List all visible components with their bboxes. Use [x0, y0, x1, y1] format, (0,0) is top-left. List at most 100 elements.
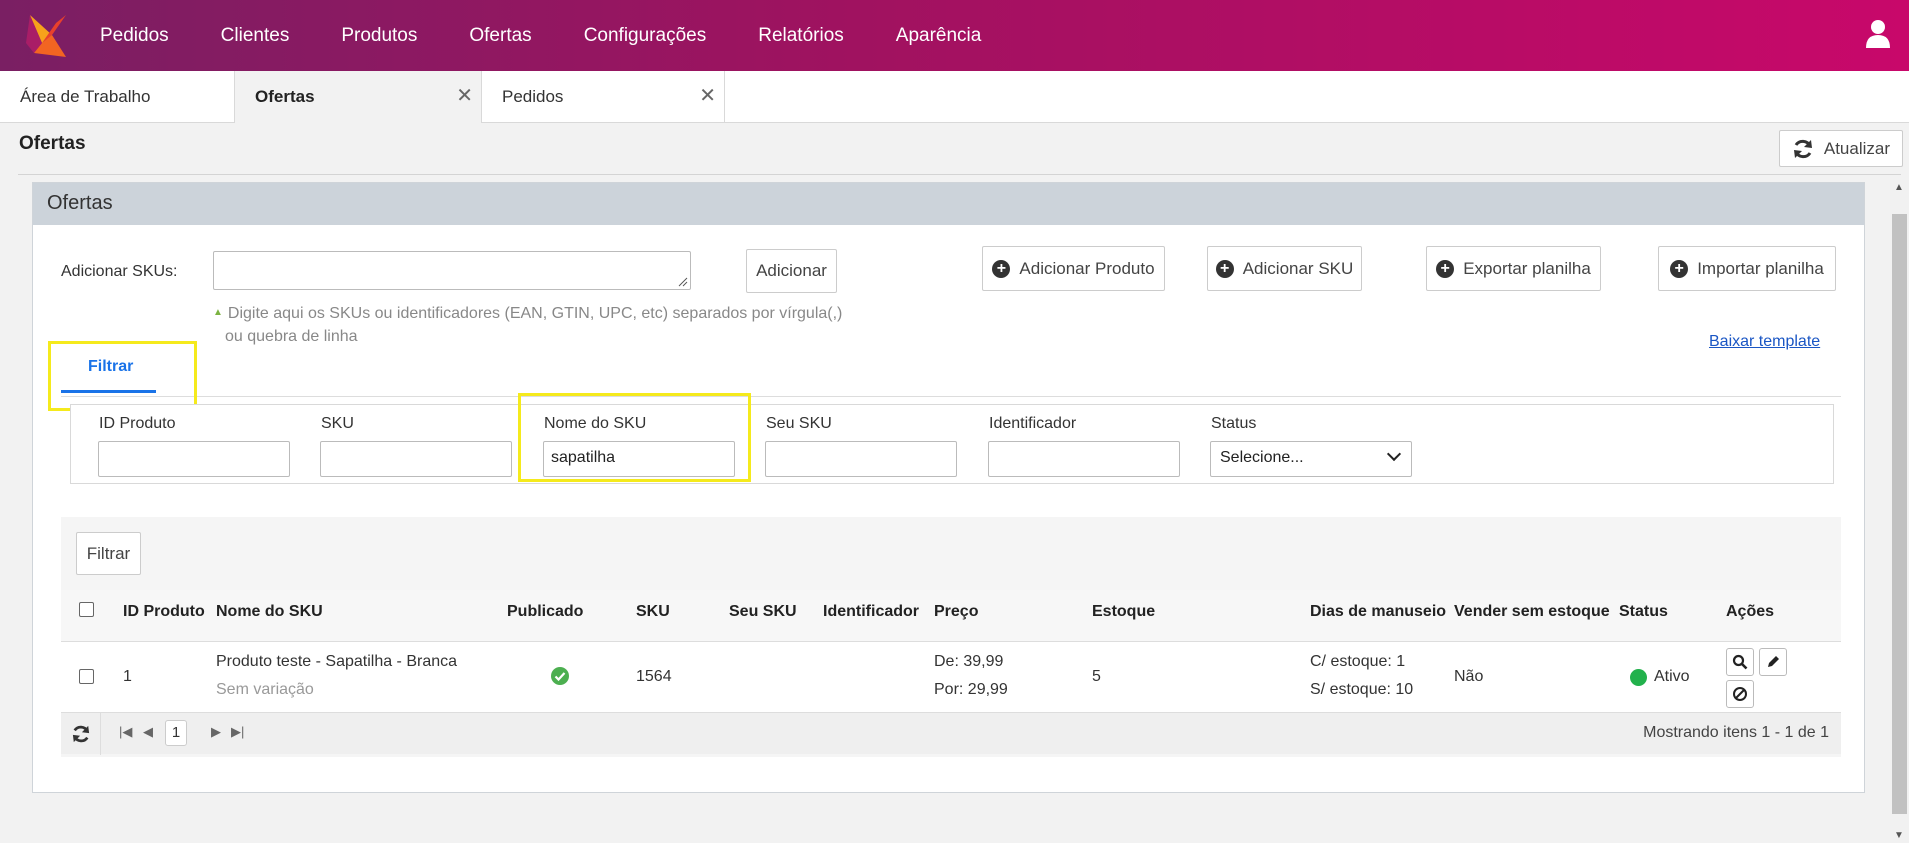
first-page-icon[interactable]: |◀ — [119, 724, 132, 740]
close-icon[interactable]: ✕ — [456, 83, 473, 108]
label-sku: SKU — [321, 415, 354, 432]
refresh-button[interactable]: Atualizar — [1778, 130, 1903, 167]
nav-ofertas[interactable]: Ofertas — [469, 25, 531, 47]
col-seu-sku[interactable]: Seu SKU — [729, 603, 797, 621]
last-page-icon[interactable]: ▶| — [231, 724, 244, 740]
nav-relatorios[interactable]: Relatórios — [758, 25, 844, 47]
cell-variation: Sem variação — [216, 681, 314, 698]
tab-pedidos[interactable]: Pedidos ✕ — [482, 71, 725, 123]
col-sku[interactable]: SKU — [636, 603, 670, 621]
page-title: Ofertas — [19, 133, 86, 154]
pencil-icon — [1768, 656, 1779, 667]
offers-panel: Ofertas Adicionar SKUs: Adicionar + Adic… — [32, 182, 1865, 793]
select-status[interactable]: Selecione... — [1210, 441, 1412, 477]
col-preco[interactable]: Preço — [934, 603, 978, 621]
import-sheet-label: Importar planilha — [1697, 258, 1824, 278]
refresh-label: Atualizar — [1823, 138, 1890, 158]
page-number[interactable]: 1 — [165, 720, 187, 746]
prev-page-icon[interactable]: ◀ — [143, 724, 153, 740]
edit-button[interactable] — [1759, 648, 1787, 676]
cell-price-por: Por: 29,99 — [934, 681, 1008, 698]
resize-handle-icon[interactable] — [678, 277, 688, 287]
add-sku-button[interactable]: + Adicionar SKU — [1207, 246, 1362, 291]
refresh-icon — [1793, 139, 1812, 158]
col-estoque[interactable]: Estoque — [1092, 603, 1155, 621]
offers-grid: Filtrar ID Produto Nome do SKU Publicado… — [61, 517, 1841, 757]
col-acoes: Ações — [1726, 603, 1775, 620]
add-skus-label: Adicionar SKUs: — [61, 263, 178, 280]
scroll-down-icon[interactable]: ▼ — [1894, 830, 1904, 841]
disable-button[interactable] — [1726, 680, 1754, 708]
col-dias-de-manuseio[interactable]: Dias de manuseio — [1310, 603, 1446, 621]
nav-produtos[interactable]: Produtos — [341, 25, 417, 47]
col-publicado[interactable]: Publicado — [507, 603, 583, 621]
nav-aparencia[interactable]: Aparência — [896, 25, 982, 47]
cell-dias-sem-estoque: S/ estoque: 10 — [1310, 681, 1414, 698]
tab-label: Área de Trabalho — [20, 87, 151, 106]
col-nome-do-sku[interactable]: Nome do SKU — [216, 603, 323, 621]
nav-clientes[interactable]: Clientes — [221, 25, 290, 47]
cell-sku: 1564 — [636, 668, 672, 685]
cell-vender-sem-estoque: Não — [1454, 668, 1484, 685]
workspace-tabs: Área de Trabalho Ofertas ✕ Pedidos ✕ — [0, 71, 1909, 123]
input-sku[interactable] — [320, 441, 512, 477]
scroll-up-icon[interactable]: ▲ — [1894, 182, 1904, 193]
plus-circle-icon: + — [1436, 259, 1455, 278]
cell-id-produto: 1 — [123, 668, 132, 685]
export-sheet-label: Exportar planilha — [1463, 258, 1591, 278]
add-sku-label: Adicionar SKU — [1242, 258, 1354, 278]
workspace: Ofertas Atualizar Ofertas Adicionar SKUs… — [0, 123, 1909, 843]
filter-button[interactable]: Filtrar — [76, 532, 141, 575]
export-sheet-button[interactable]: + Exportar planilha — [1426, 246, 1601, 291]
divider — [18, 174, 1901, 175]
add-button[interactable]: Adicionar — [746, 249, 837, 293]
nav-configuracoes[interactable]: Configurações — [584, 25, 707, 47]
triangle-up-icon: ▲ — [213, 307, 223, 318]
tab-ofertas[interactable]: Ofertas ✕ — [235, 71, 482, 123]
col-vender-sem-estoque[interactable]: Vender sem estoque — [1454, 603, 1610, 621]
filter-panel: ID Produto SKU Nome do SKU sapatilha Seu… — [70, 404, 1834, 484]
row-checkbox[interactable] — [79, 669, 94, 684]
cell-dias-com-estoque: C/ estoque: 1 — [1310, 653, 1406, 670]
nav-pedidos[interactable]: Pedidos — [100, 25, 169, 47]
highlight-box-nome-do-sku — [518, 393, 751, 482]
table-row[interactable]: 1 Produto teste - Sapatilha - Branca Sem… — [61, 642, 1841, 712]
published-check-icon — [551, 667, 569, 690]
col-status[interactable]: Status — [1619, 603, 1668, 621]
input-seu-sku[interactable] — [765, 441, 957, 477]
select-status-value: Selecione... — [1220, 449, 1304, 466]
input-identificador[interactable] — [988, 441, 1180, 477]
hint-line-1: Digite aqui os SKUs ou identificadores (… — [227, 305, 843, 322]
app-logo[interactable] — [26, 13, 70, 59]
add-product-button[interactable]: + Adicionar Produto — [982, 246, 1165, 291]
add-skus-textarea[interactable] — [213, 251, 691, 290]
plus-circle-icon: + — [992, 259, 1011, 278]
pager: |◀ ◀ 1 ▶ ▶| Mostrando itens 1 - 1 de 1 — [61, 712, 1841, 755]
tab-label: Pedidos — [502, 87, 564, 106]
status-dot-icon — [1630, 669, 1647, 686]
user-icon[interactable] — [1865, 19, 1891, 49]
pager-refresh-button[interactable] — [61, 713, 101, 755]
plus-circle-icon: + — [1215, 259, 1234, 278]
input-id-produto[interactable] — [98, 441, 290, 477]
col-identificador[interactable]: Identificador — [823, 603, 919, 621]
tab-divider — [61, 396, 1841, 397]
pager-summary: Mostrando itens 1 - 1 de 1 — [1643, 724, 1829, 741]
add-product-label: Adicionar Produto — [1019, 258, 1155, 278]
select-all-checkbox[interactable] — [79, 602, 94, 617]
page-scrollbar[interactable]: ▲ ▼ — [1890, 180, 1909, 843]
search-icon — [1732, 654, 1748, 670]
label-identificador: Identificador — [989, 415, 1077, 432]
filter-button-label: Filtrar — [86, 543, 131, 563]
close-icon[interactable]: ✕ — [699, 83, 716, 108]
scroll-thumb[interactable] — [1892, 214, 1907, 814]
tab-area-de-trabalho[interactable]: Área de Trabalho — [0, 71, 235, 123]
next-page-icon[interactable]: ▶ — [211, 724, 221, 740]
col-id-produto[interactable]: ID Produto — [123, 603, 205, 621]
import-sheet-button[interactable]: + Importar planilha — [1658, 246, 1836, 291]
cell-nome-do-sku: Produto teste - Sapatilha - Branca — [216, 653, 458, 670]
cell-status: Ativo — [1654, 668, 1690, 685]
view-button[interactable] — [1726, 648, 1754, 676]
download-template-link[interactable]: Baixar template — [1709, 333, 1820, 351]
add-button-label: Adicionar — [756, 261, 827, 280]
